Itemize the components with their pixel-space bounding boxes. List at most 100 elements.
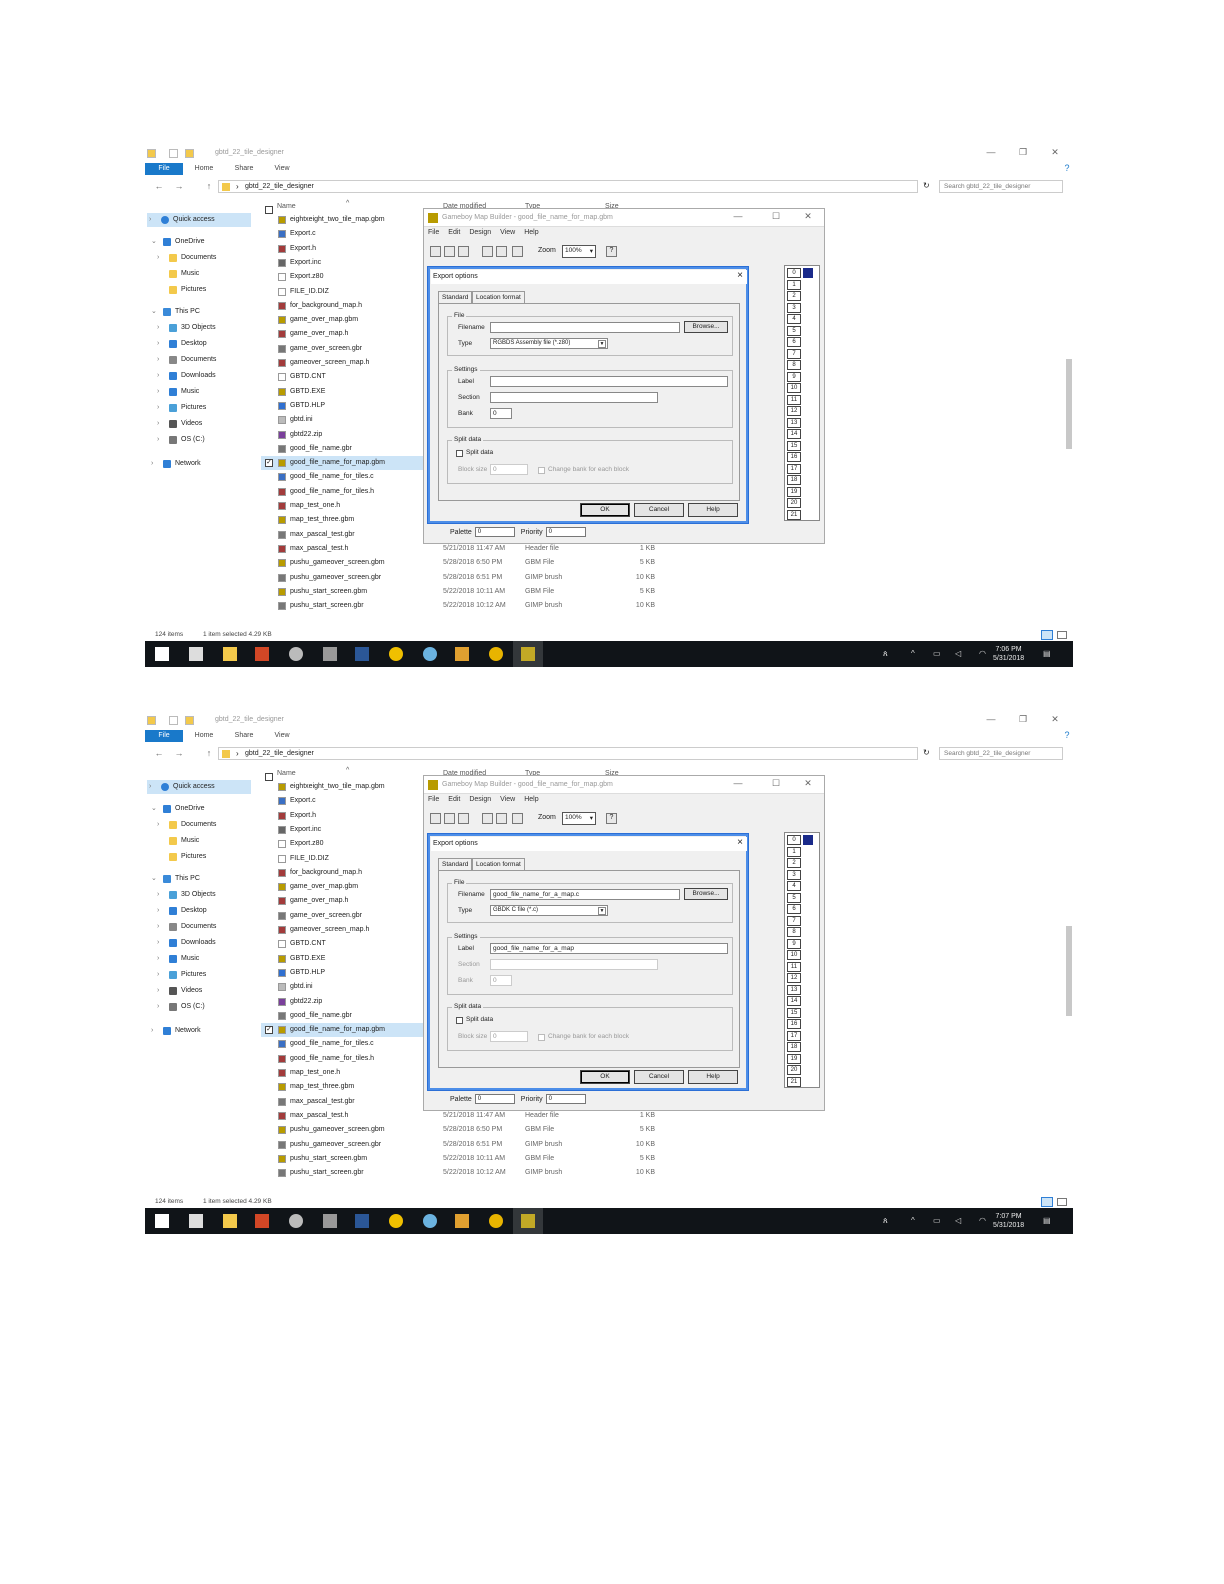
nav-item-desktop[interactable]: › Desktop [149,904,257,918]
chevron-right-icon[interactable]: › [149,213,151,227]
menu-file[interactable]: File [428,796,439,803]
app-icon[interactable] [389,1214,403,1228]
file-row[interactable]: pushu_gameover_screen.gbr 5/28/2018 6:51 … [261,1138,655,1152]
nav-item-music[interactable]: › Music [149,385,257,399]
nav-item-downloads[interactable]: › Downloads [149,369,257,383]
ok-button[interactable]: OK [580,503,630,517]
block-size-input[interactable]: 0 [490,1031,528,1042]
chevron-right-icon[interactable]: › [157,984,159,998]
label-input[interactable] [490,376,728,387]
refresh-icon[interactable]: ↻ [923,181,930,190]
row-number[interactable]: 9 [787,371,801,382]
powerpoint-icon[interactable] [255,1214,269,1228]
priority-input[interactable]: 0 [545,1094,586,1104]
file-list-scrollbar[interactable] [1065,189,1073,609]
game-icon[interactable] [323,647,337,661]
bank-input[interactable]: 0 [490,975,512,986]
app-icon[interactable] [423,1214,437,1228]
nav-item-3d-objects[interactable]: › 3D Objects [149,321,257,335]
help-icon[interactable]: ? [1057,163,1073,173]
row-number[interactable]: 6 [787,904,801,914]
block-size-input[interactable]: 0 [490,464,528,475]
browse-button[interactable]: Browse... [684,888,728,900]
row-number[interactable]: 12 [787,406,801,416]
file-row[interactable]: pushu_start_screen.gbm 5/22/2018 10:11 AM… [261,585,655,599]
menu-design[interactable]: Design [469,229,491,236]
task-view-icon[interactable] [189,647,203,661]
chevron-right-icon[interactable]: › [157,936,159,950]
large-icons-view-icon[interactable] [1057,631,1067,639]
nav-item-videos[interactable]: › Videos [149,417,257,431]
chevron-up-icon[interactable]: ^ [911,649,915,658]
bank-input[interactable]: 0 [490,408,512,419]
chevron-right-icon[interactable]: › [157,968,159,982]
ribbon-tab-file[interactable]: File [145,163,183,175]
ribbon-tab-file[interactable]: File [145,730,183,742]
split-data-checkbox[interactable] [456,450,463,457]
chevron-down-icon[interactable]: ⌄ [151,305,157,319]
chevron-right-icon[interactable]: › [157,920,159,934]
row-number[interactable]: 3 [787,302,801,313]
nav-item-music[interactable]: Music [149,267,257,281]
file-list-scrollbar[interactable] [1065,756,1073,1176]
row-number[interactable]: 13 [787,984,801,995]
forward-icon[interactable]: → [173,748,185,758]
chevron-right-icon[interactable]: › [157,818,159,832]
row-number[interactable]: 2 [787,858,801,868]
change-bank-checkbox[interactable] [538,467,545,474]
menu-view[interactable]: View [500,229,515,236]
powerpoint-icon[interactable] [255,647,269,661]
tile-marker[interactable] [803,268,813,278]
details-view-icon[interactable] [1041,1197,1053,1207]
minimize-icon[interactable]: — [981,147,1001,157]
ok-button[interactable]: OK [580,1070,630,1084]
tile-marker[interactable] [803,835,813,845]
nav-item-videos[interactable]: › Videos [149,984,257,998]
nav-item-os-c[interactable]: › OS (C:) [149,433,257,447]
nav-item-documents[interactable]: › Documents [149,818,257,832]
nav-item-onedrive[interactable]: ⌄ OneDrive [149,235,257,249]
type-select[interactable]: RGBDS Assembly file (*.z80) ▼ [490,338,608,349]
checkmark-icon[interactable] [169,716,178,725]
copy-icon[interactable] [482,246,493,257]
nav-item-quick-access[interactable]: › Quick access [147,780,251,794]
network-wifi-icon[interactable]: ◠ [979,649,986,658]
save-icon[interactable] [444,813,455,824]
network-wifi-icon[interactable]: ◠ [979,1216,986,1225]
app-icon[interactable] [423,647,437,661]
row-number[interactable]: 17 [787,463,801,474]
up-icon[interactable]: ↑ [203,181,215,191]
folder-icon[interactable] [147,716,156,725]
chevron-right-icon[interactable]: › [157,888,159,902]
scrollbar-thumb[interactable] [1066,359,1072,449]
chevron-right-icon[interactable]: › [157,369,159,383]
nav-item-network[interactable]: › Network [149,457,257,471]
row-number[interactable]: 12 [787,973,801,983]
chevron-right-icon[interactable]: › [157,385,159,399]
close-icon[interactable]: × [737,837,743,848]
nav-item-documents[interactable]: › Documents [149,353,257,367]
chevron-right-icon[interactable]: › [157,1000,159,1014]
open-icon[interactable] [430,813,441,824]
row-checkbox[interactable]: ✓ [265,1026,273,1035]
file-explorer-icon[interactable] [223,1214,237,1228]
ribbon-tab-view[interactable]: View [265,163,299,175]
close-icon[interactable]: × [737,270,743,281]
nav-item-music[interactable]: › Music [149,952,257,966]
undo-icon[interactable] [512,813,523,824]
nav-item-this-pc[interactable]: ⌄ This PC [149,872,257,886]
nav-item-onedrive[interactable]: ⌄ OneDrive [149,802,257,816]
row-number[interactable]: 0 [787,268,801,278]
menu-help[interactable]: Help [524,796,538,803]
cancel-button[interactable]: Cancel [634,1070,684,1084]
file-row[interactable]: pushu_gameover_screen.gbm 5/28/2018 6:50 … [261,556,655,570]
address-path-box[interactable]: › gbtd_22_tile_designer [218,180,918,193]
ribbon-tab-home[interactable]: Home [187,163,221,175]
chevron-up-icon[interactable]: ^ [911,1216,915,1225]
chevron-down-icon[interactable]: ⌄ [151,235,157,249]
app-icon[interactable] [289,1214,303,1228]
row-number[interactable]: 13 [787,417,801,428]
people-icon[interactable]: ጰ [883,1216,888,1226]
address-path-box[interactable]: › gbtd_22_tile_designer [218,747,918,760]
row-number[interactable]: 21 [787,509,801,520]
